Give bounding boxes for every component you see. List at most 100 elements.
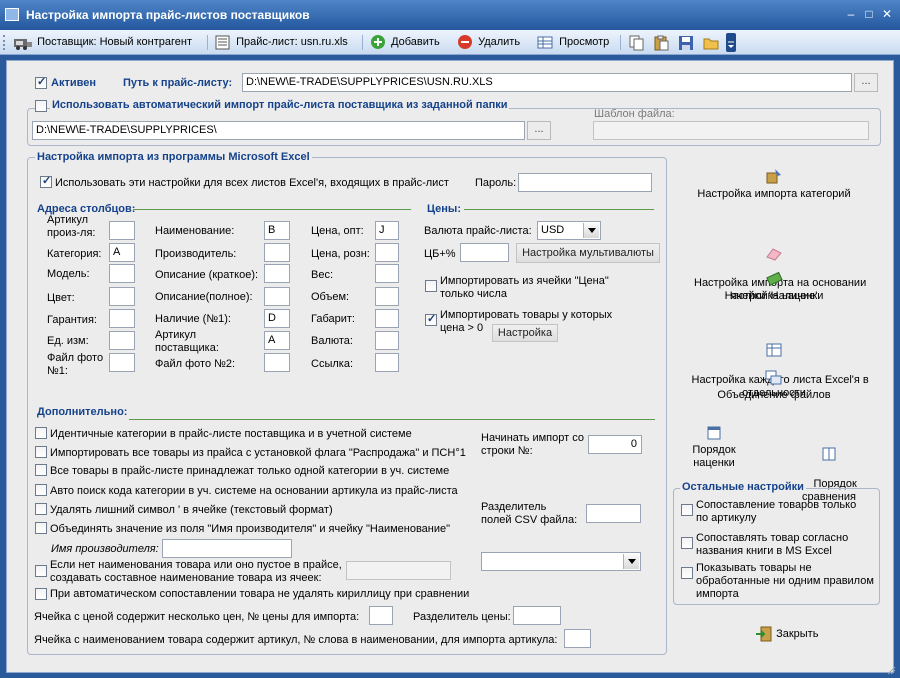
path-input[interactable]: D:\NEW\E-TRADE\SUPPLYPRICES\USN.RU.XLS bbox=[242, 73, 852, 92]
column-input[interactable] bbox=[109, 287, 135, 306]
option-checkbox[interactable] bbox=[35, 522, 47, 534]
column-input[interactable] bbox=[109, 221, 135, 240]
active-checkbox[interactable] bbox=[35, 75, 47, 89]
csv-field-separator-input[interactable] bbox=[586, 504, 641, 523]
column-input[interactable] bbox=[264, 287, 290, 306]
use-all-sheets-label: Использовать эти настройки для всех лист… bbox=[55, 177, 449, 189]
use-all-sheets-checkbox[interactable] bbox=[40, 174, 52, 188]
minimize-button[interactable]: – bbox=[842, 6, 860, 23]
composite-name-checkbox[interactable] bbox=[35, 565, 47, 577]
password-input[interactable] bbox=[518, 173, 652, 192]
col-label: Категория: bbox=[47, 248, 102, 260]
column-input[interactable] bbox=[264, 243, 290, 262]
close-button[interactable]: Закрыть bbox=[755, 626, 818, 642]
folder-input[interactable]: D:\NEW\E-TRADE\SUPPLYPRICES\ bbox=[32, 121, 525, 140]
column-input[interactable] bbox=[109, 264, 135, 283]
price-separator-label: Разделитель цены: bbox=[413, 611, 511, 623]
merge-files-icon bbox=[765, 370, 782, 385]
column-input[interactable] bbox=[375, 309, 399, 328]
pricelist-button[interactable]: Прайс-лист: usn.ru.xls bbox=[213, 33, 348, 52]
close-window-button[interactable]: ✕ bbox=[878, 6, 896, 23]
sheet-icon bbox=[766, 343, 782, 357]
column-input[interactable] bbox=[375, 353, 399, 372]
option-label: Авто поиск кода категории в уч. системе … bbox=[50, 485, 458, 497]
other-settings-title: Остальные настройки bbox=[680, 481, 806, 493]
grid-icon bbox=[537, 36, 553, 49]
column-input[interactable] bbox=[375, 264, 399, 283]
price-separator-input[interactable] bbox=[513, 606, 561, 625]
option-checkbox[interactable] bbox=[35, 464, 47, 476]
other-option-checkbox[interactable] bbox=[681, 567, 693, 579]
column-input[interactable] bbox=[264, 353, 290, 372]
paste-button[interactable] bbox=[653, 35, 669, 54]
additional-title: Дополнительно: bbox=[37, 406, 128, 418]
multicurrency-button[interactable]: Настройка мультивалюты bbox=[516, 243, 660, 263]
article-word-input[interactable] bbox=[564, 629, 591, 648]
option-checkbox[interactable] bbox=[35, 503, 47, 515]
toolbar-separator bbox=[362, 35, 363, 50]
col-label: Файл фото №1: bbox=[47, 352, 104, 377]
column-input[interactable] bbox=[375, 243, 399, 262]
option-checkbox[interactable] bbox=[35, 427, 47, 439]
auto-import-checkbox[interactable] bbox=[35, 100, 47, 112]
markup-setup-button[interactable]: Настройка наценки bbox=[689, 271, 859, 303]
folder-browse-button[interactable]: ... bbox=[527, 121, 551, 140]
currency-select[interactable]: USD bbox=[537, 221, 601, 240]
cb-percent-input[interactable] bbox=[460, 243, 509, 262]
positive-price-checkbox[interactable] bbox=[425, 312, 437, 326]
start-row-input[interactable]: 0 bbox=[588, 435, 642, 454]
other-option-checkbox[interactable] bbox=[681, 504, 693, 516]
money-icon bbox=[766, 271, 783, 286]
column-input[interactable] bbox=[264, 264, 290, 283]
column-input[interactable]: A bbox=[264, 331, 290, 350]
column-input[interactable] bbox=[375, 287, 399, 306]
column-input[interactable] bbox=[109, 331, 135, 350]
other-option-checkbox[interactable] bbox=[681, 537, 693, 549]
path-browse-button[interactable]: ... bbox=[854, 73, 878, 92]
view-button[interactable]: Просмотр bbox=[536, 33, 609, 52]
columns-divider bbox=[133, 209, 411, 210]
save-button[interactable] bbox=[678, 35, 694, 54]
col-label: Валюта: bbox=[311, 335, 353, 347]
maximize-button[interactable]: □ bbox=[860, 6, 878, 23]
column-input[interactable]: J bbox=[375, 221, 399, 240]
column-input[interactable] bbox=[109, 353, 135, 372]
resize-grip[interactable] bbox=[886, 665, 896, 675]
col-label: Наличие (№1): bbox=[155, 313, 231, 325]
add-button[interactable]: Добавить bbox=[370, 33, 440, 52]
csv-field-separator-label: Разделитель полей CSV файла: bbox=[481, 501, 578, 526]
markup-order-button[interactable]: Порядок наценки bbox=[671, 425, 757, 470]
multi-price-input[interactable] bbox=[369, 606, 393, 625]
col-label: Цвет: bbox=[47, 292, 75, 304]
option-checkbox[interactable] bbox=[35, 446, 47, 458]
supplier-button[interactable]: Поставщик: Новый контрагент bbox=[12, 33, 192, 52]
toolbar-overflow-button[interactable] bbox=[726, 33, 736, 52]
price-setup-button[interactable]: Настройка bbox=[492, 324, 558, 342]
keep-cyrillic-checkbox[interactable] bbox=[35, 588, 47, 600]
markup-order-icon bbox=[707, 426, 721, 440]
merge-files-button[interactable]: Объединение файлов bbox=[689, 370, 859, 402]
template-label: Шаблон файла: bbox=[594, 108, 675, 120]
column-input[interactable]: D bbox=[264, 309, 290, 328]
column-input[interactable]: A bbox=[109, 243, 135, 262]
column-input[interactable] bbox=[375, 331, 399, 350]
option-checkbox[interactable] bbox=[35, 484, 47, 496]
template-input[interactable] bbox=[593, 121, 869, 140]
manufacturer-name-input[interactable] bbox=[162, 539, 292, 558]
chevron-down-icon bbox=[583, 223, 599, 238]
csv-row-separator-select[interactable] bbox=[481, 552, 641, 571]
delete-button[interactable]: Удалить bbox=[457, 33, 520, 52]
categories-setup-button[interactable]: Настройка импорта категорий bbox=[689, 167, 859, 201]
composite-name-input[interactable] bbox=[346, 561, 451, 580]
open-button[interactable] bbox=[703, 35, 719, 54]
col-label: Описание(полное): bbox=[155, 291, 253, 303]
exit-icon bbox=[756, 626, 772, 642]
prices-divider bbox=[464, 209, 654, 210]
col-label: Объем: bbox=[311, 291, 350, 303]
copy-button[interactable] bbox=[628, 35, 644, 54]
column-input[interactable] bbox=[109, 309, 135, 328]
column-input[interactable]: B bbox=[264, 221, 290, 240]
col-label: Артикул произ-ля: bbox=[47, 214, 96, 239]
col-label: Ед. изм: bbox=[47, 335, 89, 347]
numbers-only-checkbox[interactable] bbox=[425, 280, 437, 292]
